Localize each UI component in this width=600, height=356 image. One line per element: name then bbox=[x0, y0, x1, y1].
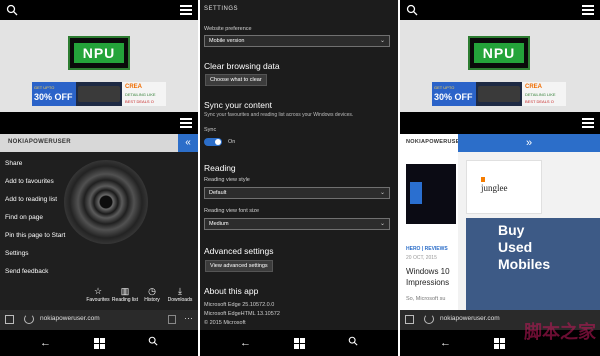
menu-item-pin-to-start[interactable]: Pin this page to Start bbox=[5, 232, 65, 239]
clear-browsing-heading: Clear browsing data bbox=[204, 61, 280, 71]
advanced-settings-heading: Advanced settings bbox=[204, 246, 274, 256]
back-arrow-icon[interactable]: ← bbox=[440, 337, 451, 349]
web-page-content: NPU GET UPTO 30% OFF CREA DETAILING LIKE BE… bbox=[400, 20, 600, 112]
website-preference-dropdown[interactable]: Mobile version ⌄ bbox=[204, 35, 390, 47]
reading-view-style-label: Reading view style bbox=[204, 177, 250, 183]
article-thumbnail[interactable] bbox=[406, 164, 456, 224]
reading-list-icon: ▥ bbox=[120, 286, 130, 296]
chevron-down-icon: ⌄ bbox=[379, 190, 385, 196]
junglee-ad[interactable]: junglee bbox=[466, 160, 542, 214]
back-arrow-icon[interactable]: ← bbox=[40, 337, 51, 349]
site-nav-bar bbox=[0, 112, 198, 134]
sync-state: On bbox=[228, 139, 236, 145]
hamburger-menu-icon[interactable] bbox=[180, 5, 192, 15]
site-nav-bar bbox=[400, 112, 600, 134]
reading-view-icon[interactable] bbox=[168, 315, 176, 324]
refresh-icon[interactable] bbox=[24, 314, 34, 324]
edge-version: Microsoft Edge 25.10572.0.0 bbox=[204, 302, 275, 308]
url-field[interactable]: nokiapoweruser.com bbox=[440, 315, 500, 322]
chevron-left-icon[interactable]: « bbox=[178, 134, 198, 152]
ad-product-image bbox=[78, 86, 120, 102]
site-content: NOKIAPOWERUSE HERO | REVIEWS 20 OCT, 201… bbox=[400, 134, 600, 310]
sync-label: Sync bbox=[204, 127, 217, 133]
reading-list-button[interactable]: ▥ Reading list bbox=[111, 286, 139, 303]
windows-nav-bar: ← bbox=[200, 330, 398, 356]
address-bar: nokiapoweruser.com ··· bbox=[0, 310, 198, 330]
download-icon: ⤓ bbox=[178, 286, 182, 296]
view-advanced-settings-button[interactable]: View advanced settings bbox=[205, 260, 273, 272]
banner-ad[interactable]: GET UPTO 30% OFF CREA DETAILING LIKE BEST D… bbox=[32, 82, 166, 106]
star-icon: ☆ bbox=[93, 286, 103, 296]
top-bar bbox=[0, 0, 198, 20]
chevron-right-icon[interactable]: » bbox=[458, 134, 600, 152]
site-header: NOKIAPOWERUSER bbox=[0, 134, 198, 152]
article-date: 20 OCT, 2015 bbox=[406, 255, 437, 261]
npu-logo[interactable]: NPU bbox=[468, 36, 530, 70]
background-swirl bbox=[64, 160, 148, 244]
settings-panel: SETTINGS Website preference Mobile versi… bbox=[200, 0, 398, 356]
menu-item-add-to-favourites[interactable]: Add to favourites bbox=[5, 178, 54, 185]
npu-logo[interactable]: NPU bbox=[68, 36, 130, 70]
tabs-icon[interactable] bbox=[5, 315, 14, 324]
more-icon[interactable]: ··· bbox=[184, 313, 193, 323]
reading-font-size-dropdown[interactable]: Medium ⌄ bbox=[204, 218, 390, 230]
site-menu-icon[interactable] bbox=[180, 118, 192, 128]
refresh-icon[interactable] bbox=[424, 314, 434, 324]
site-name: NOKIAPOWERUSE bbox=[406, 139, 460, 145]
chevron-down-icon: ⌄ bbox=[379, 38, 385, 44]
back-arrow-icon[interactable]: ← bbox=[240, 337, 251, 349]
windows-nav-bar: ← bbox=[0, 330, 198, 356]
edgehtml-version: Microsoft EdgeHTML 13.10572 bbox=[204, 311, 280, 317]
site-name: NOKIAPOWERUSER bbox=[8, 139, 71, 145]
banner-ad[interactable]: GET UPTO 30% OFF CREA DETAILING LIKE BEST D… bbox=[432, 82, 566, 106]
favourites-button[interactable]: ☆ Favourites bbox=[84, 286, 112, 303]
menu-item-add-to-reading-list[interactable]: Add to reading list bbox=[5, 196, 57, 203]
reading-view-style-dropdown[interactable]: Default ⌄ bbox=[204, 187, 390, 199]
history-button[interactable]: ◷ History bbox=[138, 286, 166, 303]
website-preference-label: Website preference bbox=[204, 26, 252, 32]
choose-what-to-clear-button[interactable]: Choose what to clear bbox=[205, 74, 267, 86]
search-icon[interactable] bbox=[406, 4, 418, 16]
url-field[interactable]: nokiapoweruser.com bbox=[40, 315, 100, 322]
settings-header: SETTINGS bbox=[204, 6, 239, 12]
site-menu-icon[interactable] bbox=[582, 118, 594, 128]
menu-item-share[interactable]: Share bbox=[5, 160, 22, 167]
hamburger-menu-icon[interactable] bbox=[582, 5, 594, 15]
windows-start-icon[interactable] bbox=[94, 338, 105, 349]
search-icon[interactable] bbox=[148, 336, 158, 346]
windows-start-icon[interactable] bbox=[294, 338, 305, 349]
junglee-logo: junglee bbox=[481, 183, 508, 193]
sync-heading: Sync your content bbox=[204, 100, 273, 110]
search-icon[interactable] bbox=[6, 4, 18, 16]
browser-panel-left: NPU GET UPTO 30% OFF CREA DETAILING LIKE BE… bbox=[0, 0, 198, 356]
hub-toolbar: ☆ Favourites ▥ Reading list ◷ History ⤓ Down… bbox=[0, 284, 198, 310]
reading-heading: Reading bbox=[204, 163, 236, 173]
more-actions-menu: Share Add to favourites Add to reading l… bbox=[0, 152, 198, 284]
menu-item-settings[interactable]: Settings bbox=[5, 250, 29, 257]
top-bar bbox=[400, 0, 600, 20]
sync-description: Sync your favourites and reading list ac… bbox=[204, 112, 354, 118]
chevron-down-icon: ⌄ bbox=[379, 221, 385, 227]
reading-font-size-label: Reading view font size bbox=[204, 208, 260, 214]
menu-item-send-feedback[interactable]: Send feedback bbox=[5, 268, 48, 275]
tabs-icon[interactable] bbox=[405, 315, 414, 324]
copyright: © 2015 Microsoft bbox=[204, 320, 246, 326]
article-section[interactable]: HERO | REVIEWS bbox=[406, 246, 448, 252]
article-excerpt: So, Microsoft su bbox=[406, 296, 446, 302]
history-icon: ◷ bbox=[148, 286, 156, 296]
downloads-button[interactable]: ⤓ Downloads bbox=[166, 286, 194, 303]
hub-side-pane: junglee Buy Used Mobiles bbox=[458, 152, 600, 310]
sync-toggle[interactable] bbox=[204, 138, 222, 146]
browser-panel-right: NPU GET UPTO 30% OFF CREA DETAILING LIKE BE… bbox=[400, 0, 600, 356]
windows-start-icon[interactable] bbox=[494, 338, 505, 349]
menu-item-find-on-page[interactable]: Find on page bbox=[5, 214, 43, 221]
ad-product-image bbox=[478, 86, 520, 102]
search-icon[interactable] bbox=[348, 336, 358, 346]
web-page-content: NPU GET UPTO 30% OFF CREA DETAILING LIKE BE… bbox=[0, 20, 198, 112]
used-mobiles-ad[interactable]: Buy Used Mobiles bbox=[466, 218, 600, 310]
watermark: 脚本之家 bbox=[524, 322, 596, 343]
about-heading: About this app bbox=[204, 286, 259, 296]
article-title[interactable]: Windows 10 Impressions bbox=[406, 266, 450, 288]
